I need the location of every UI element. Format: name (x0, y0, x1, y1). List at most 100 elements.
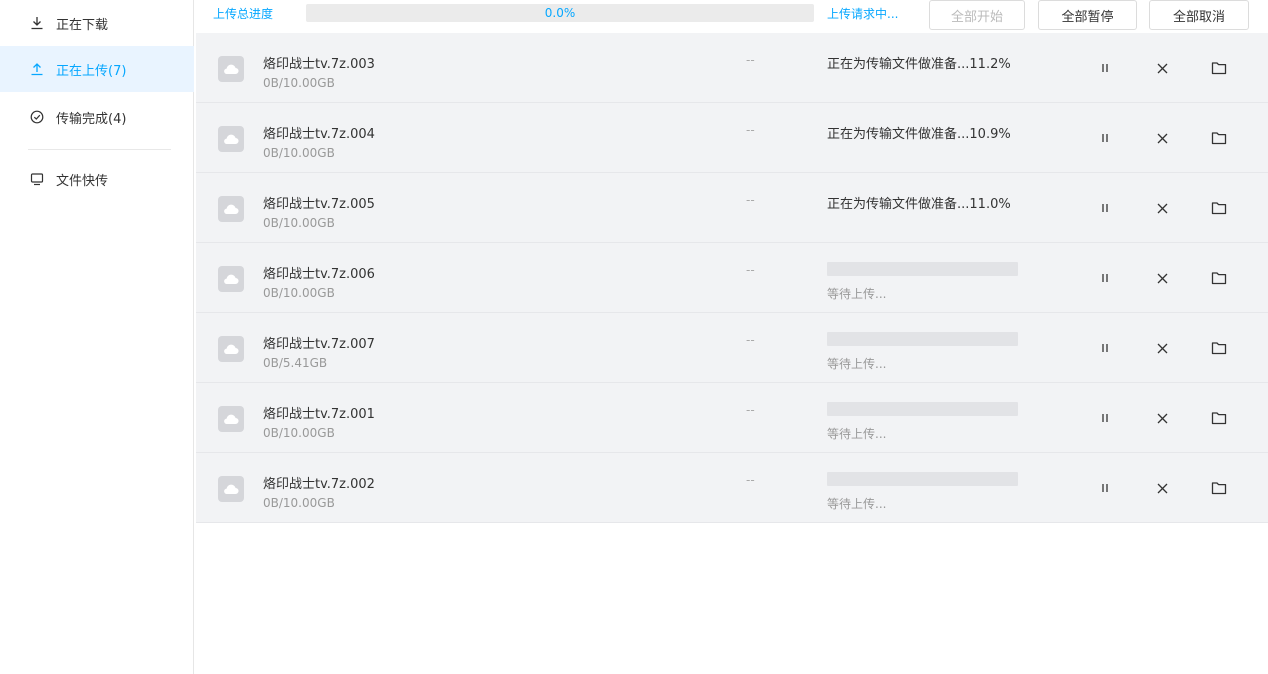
task-status: 等待上传... (827, 287, 887, 301)
cancel-button[interactable] (1153, 409, 1171, 427)
check-circle-icon (30, 110, 44, 124)
close-icon (1157, 343, 1167, 353)
file-name: 烙印战士tv.7z.001 (263, 407, 375, 422)
folder-icon (1211, 202, 1227, 215)
upload-speed: -- (746, 263, 755, 277)
open-folder-button[interactable] (1210, 129, 1228, 147)
upload-task-row[interactable]: 烙印战士tv.7z.004 0B/10.00GB -- 正在为传输文件做准备..… (196, 103, 1268, 173)
upload-task-row[interactable]: 烙印战士tv.7z.006 0B/10.00GB -- 等待上传... (196, 243, 1268, 313)
close-icon (1157, 203, 1167, 213)
cancel-button[interactable] (1153, 199, 1171, 217)
sidebar-item-downloading[interactable]: 正在下载 (0, 0, 194, 46)
pause-button[interactable] (1096, 269, 1114, 287)
upload-speed: -- (746, 193, 755, 207)
file-name: 烙印战士tv.7z.007 (263, 337, 375, 352)
task-status: 等待上传... (827, 497, 887, 511)
total-progress-label: 上传总进度 (213, 7, 274, 21)
pause-icon (1102, 484, 1108, 492)
cloud-file-icon (218, 56, 244, 82)
upload-speed: -- (746, 53, 755, 67)
sidebar-item-uploading[interactable]: 正在上传(7) (0, 46, 194, 92)
upload-icon (30, 62, 44, 76)
upload-task-list: 烙印战士tv.7z.003 0B/10.00GB -- 正在为传输文件做准备..… (196, 33, 1268, 523)
pause-button[interactable] (1096, 339, 1114, 357)
upload-task-row[interactable]: 烙印战士tv.7z.002 0B/10.00GB -- 等待上传... (196, 453, 1268, 523)
pause-all-button[interactable]: 全部暂停 (1038, 0, 1137, 30)
file-size: 0B/10.00GB (263, 76, 335, 90)
pause-button[interactable] (1096, 59, 1114, 77)
close-icon (1157, 273, 1167, 283)
task-status: 正在为传输文件做准备...11.0% (827, 197, 1011, 212)
pause-icon (1102, 344, 1108, 352)
folder-icon (1211, 272, 1227, 285)
file-size: 0B/10.00GB (263, 216, 335, 230)
cloud-file-icon (218, 406, 244, 432)
open-folder-button[interactable] (1210, 409, 1228, 427)
file-size: 0B/10.00GB (263, 496, 335, 510)
file-name: 烙印战士tv.7z.006 (263, 267, 375, 282)
sidebar-divider (28, 149, 171, 150)
folder-icon (1211, 412, 1227, 425)
pause-icon (1102, 64, 1108, 72)
upload-speed: -- (746, 473, 755, 487)
upload-speed: -- (746, 123, 755, 137)
open-folder-button[interactable] (1210, 59, 1228, 77)
upload-request-status: 上传请求中... (827, 7, 899, 21)
total-progress-bar: 0.0% (306, 4, 814, 22)
close-icon (1157, 133, 1167, 143)
cancel-button[interactable] (1153, 59, 1171, 77)
total-progress-text: 0.0% (544, 6, 576, 20)
open-folder-button[interactable] (1210, 199, 1228, 217)
open-folder-button[interactable] (1210, 269, 1228, 287)
upload-task-row[interactable]: 烙印战士tv.7z.005 0B/10.00GB -- 正在为传输文件做准备..… (196, 173, 1268, 243)
cloud-file-icon (218, 476, 244, 502)
cloud-file-icon (218, 336, 244, 362)
file-name: 烙印战士tv.7z.005 (263, 197, 375, 212)
pause-icon (1102, 204, 1108, 212)
upload-task-row[interactable]: 烙印战士tv.7z.007 0B/5.41GB -- 等待上传... (196, 313, 1268, 383)
sidebar-item-label: 正在下载 (56, 17, 109, 33)
sidebar-item-label: 传输完成(4) (56, 111, 127, 127)
file-size: 0B/10.00GB (263, 286, 335, 300)
cancel-button[interactable] (1153, 129, 1171, 147)
cloud-file-icon (218, 266, 244, 292)
sidebar-item-completed[interactable]: 传输完成(4) (0, 94, 194, 140)
sidebar-item-quick-transfer[interactable]: 文件快传 (0, 156, 194, 202)
cloud-file-icon (218, 126, 244, 152)
file-name: 烙印战士tv.7z.003 (263, 57, 375, 72)
pause-button[interactable] (1096, 409, 1114, 427)
cancel-all-button[interactable]: 全部取消 (1149, 0, 1249, 30)
download-icon (30, 16, 44, 30)
cancel-button[interactable] (1153, 339, 1171, 357)
file-size: 0B/5.41GB (263, 356, 328, 370)
start-all-button[interactable]: 全部开始 (929, 0, 1025, 30)
file-size: 0B/10.00GB (263, 426, 335, 440)
task-status: 等待上传... (827, 357, 887, 371)
close-icon (1157, 413, 1167, 423)
pause-button[interactable] (1096, 199, 1114, 217)
folder-icon (1211, 482, 1227, 495)
upload-task-row[interactable]: 烙印战士tv.7z.001 0B/10.00GB -- 等待上传... (196, 383, 1268, 453)
file-name: 烙印战士tv.7z.004 (263, 127, 375, 142)
cancel-button[interactable] (1153, 479, 1171, 497)
pause-icon (1102, 274, 1108, 282)
sidebar-item-label: 文件快传 (56, 173, 109, 189)
open-folder-button[interactable] (1210, 339, 1228, 357)
close-icon (1157, 63, 1167, 73)
task-progress-bar (827, 262, 1018, 276)
cancel-button[interactable] (1153, 269, 1171, 287)
task-status: 等待上传... (827, 427, 887, 441)
upload-toolbar: 上传总进度 0.0% 上传请求中... 全部开始 全部暂停 全部取消 (196, 0, 1268, 33)
monitor-icon (30, 172, 44, 186)
pause-button[interactable] (1096, 479, 1114, 497)
pause-icon (1102, 134, 1108, 142)
upload-task-row[interactable]: 烙印战士tv.7z.003 0B/10.00GB -- 正在为传输文件做准备..… (196, 33, 1268, 103)
pause-icon (1102, 414, 1108, 422)
pause-button[interactable] (1096, 129, 1114, 147)
close-icon (1157, 483, 1167, 493)
folder-icon (1211, 62, 1227, 75)
open-folder-button[interactable] (1210, 479, 1228, 497)
task-progress-bar (827, 402, 1018, 416)
sidebar-item-label: 正在上传(7) (56, 63, 127, 79)
file-size: 0B/10.00GB (263, 146, 335, 160)
